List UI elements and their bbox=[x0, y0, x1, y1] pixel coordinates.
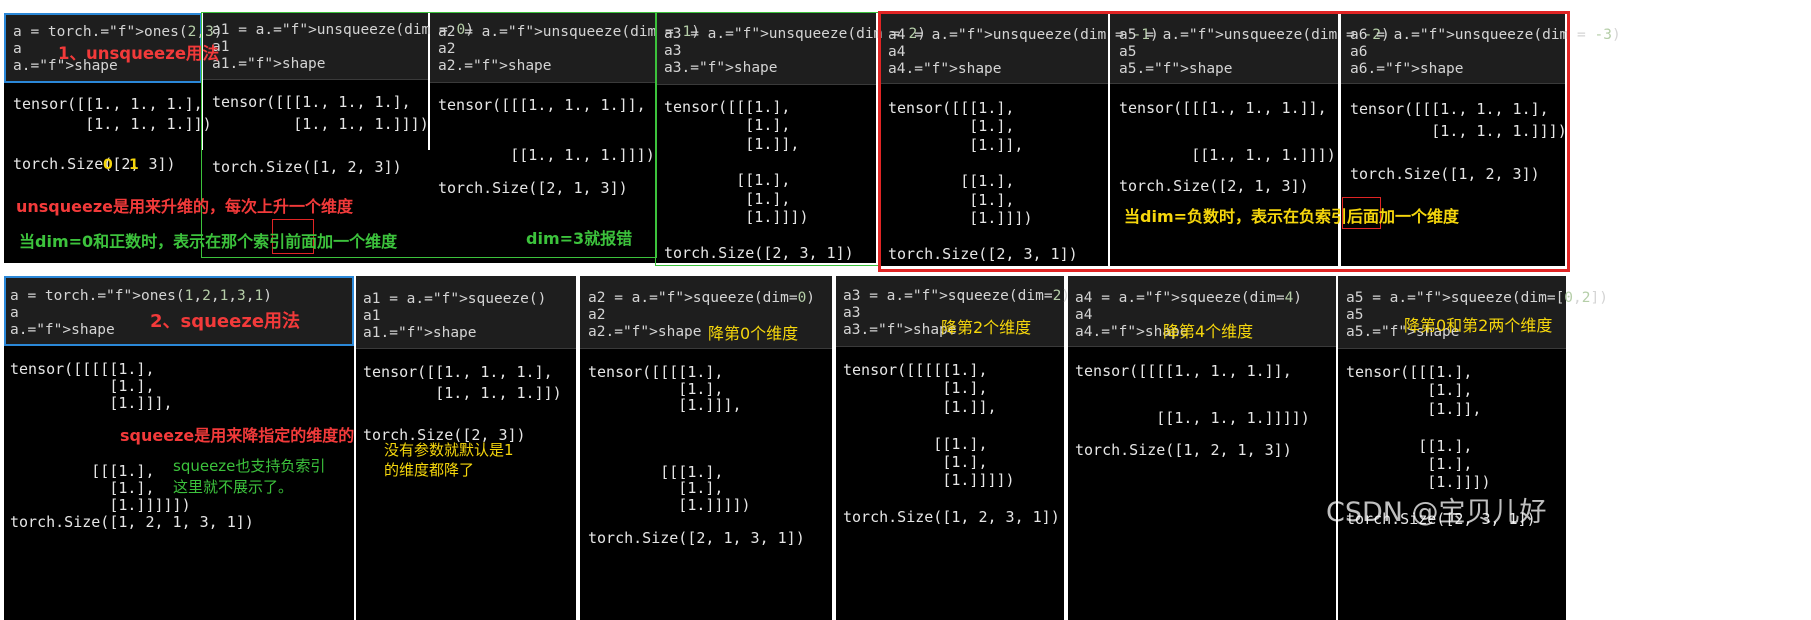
dim3-error-note: dim=3就报错 bbox=[526, 229, 633, 248]
dim-index-one: 1 bbox=[129, 157, 139, 173]
code-line-d4-0: a4 = a.="f">squeeze(dim=4) bbox=[1075, 290, 1303, 306]
code-line-c1-0: a1 = a.="f">unsqueeze(dim = 0) bbox=[212, 22, 474, 38]
code-line-d0-2: a.="f">shape bbox=[10, 322, 115, 338]
code-line-d5-0: a5 = a.="f">squeeze(dim=[0,2]) bbox=[1346, 290, 1608, 306]
code-line-d1-2: a1.="f">shape bbox=[363, 325, 477, 341]
code-line-c6-0: a6 = a.="f">unsqueeze(dim = -3) bbox=[1350, 27, 1621, 43]
output-line-d1-0: tensor([[1., 1., 1.], bbox=[363, 363, 553, 381]
output-line-d4-0: tensor([[[[1., 1., 1.]], bbox=[1075, 362, 1292, 380]
output-line-c2-5: torch.Size([2, 1, 3]) bbox=[438, 178, 628, 197]
code-line-c6-2: a6.="f">shape bbox=[1350, 61, 1464, 77]
code-line-d3-2: a3.="f">shape bbox=[843, 322, 957, 338]
drop-dim4-note: 降第4个维度 bbox=[1163, 322, 1254, 341]
output-line-d0-9: torch.Size([1, 2, 1, 3, 1]) bbox=[10, 513, 254, 531]
output-line-c1-0: tensor([[[1., 1., 1.], bbox=[212, 93, 411, 111]
output-line-c2-0: tensor([[[1., 1., 1.]], bbox=[438, 96, 646, 114]
negative-dim-desc: 当dim=负数时，表示在负索引后面加一个维度 bbox=[1124, 207, 1460, 226]
drop-dim0-2-note: 降第0和第2两个维度 bbox=[1404, 316, 1553, 335]
output-line-c0-1: [1., 1., 1.]]) bbox=[13, 115, 212, 133]
output-line-c6-1: [1., 1., 1.]]]) bbox=[1350, 121, 1567, 140]
output-line-c4-8: torch.Size([2, 3, 1]) bbox=[888, 245, 1078, 264]
output-line-c0-0: tensor([[1., 1., 1.], bbox=[13, 95, 203, 113]
output-line-c6-3: torch.Size([1, 2, 3]) bbox=[1350, 164, 1540, 183]
output-line-c5-3: [[1., 1., 1.]]]) bbox=[1119, 145, 1336, 164]
positive-dim-desc: 当dim=0和正数时，表示在那个索引前面加一个维度 bbox=[19, 232, 398, 251]
output-line-d4-5: torch.Size([1, 2, 1, 3]) bbox=[1075, 441, 1292, 459]
squeeze-title: 2、squeeze用法 bbox=[150, 311, 301, 332]
output-line-d5-2: [1.]], bbox=[1346, 399, 1482, 418]
code-line-c5-2: a5.="f">shape bbox=[1119, 61, 1233, 77]
output-line-c4-6: [1.]]]) bbox=[888, 208, 1033, 227]
output-line-c1-3: torch.Size([1, 2, 3]) bbox=[212, 157, 402, 176]
output-line-d2-8: [1.]]]]) bbox=[588, 495, 751, 514]
output-line-c5-0: tensor([[[1., 1., 1.]], bbox=[1119, 99, 1327, 117]
unsqueeze-desc: unsqueeze是用来升维的，每次上升一个维度 bbox=[16, 197, 354, 216]
output-line-c1-1: [1., 1., 1.]]]) bbox=[212, 114, 429, 133]
unsqueeze-title: 1、unsqueeze用法 bbox=[58, 44, 220, 63]
output-line-c2-3: [[1., 1., 1.]]]) bbox=[438, 145, 655, 164]
code-line-d0-0: a = torch.="f">ones(1,2,1,3,1) bbox=[10, 288, 272, 304]
output-line-c6-0: tensor([[[1., 1., 1.], bbox=[1350, 100, 1549, 118]
code-line-d2-2: a2.="f">shape bbox=[588, 324, 702, 340]
output-line-d2-10: torch.Size([2, 1, 3, 1]) bbox=[588, 529, 805, 547]
output-line-c3-6: [1.]]]) bbox=[664, 207, 809, 226]
output-line-c0-3: torch.Size([2, 3]) bbox=[13, 155, 176, 173]
output-line-d3-6: [1.]]]]) bbox=[843, 471, 1015, 490]
output-line-d4-3: [[1., 1., 1.]]]]) bbox=[1075, 409, 1310, 428]
output-line-c4-2: [1.]], bbox=[888, 135, 1024, 154]
code-line-d3-0: a3 = a.="f">squeeze(dim=2) bbox=[843, 288, 1071, 304]
output-line-c5-5: torch.Size([2, 1, 3]) bbox=[1119, 176, 1309, 195]
output-line-d1-1: [1., 1., 1.]]) bbox=[363, 384, 562, 402]
cell-c5 bbox=[1110, 13, 1338, 266]
squeeze-negative-note: squeeze也支持负索引 这里就不展示了。 bbox=[173, 457, 326, 496]
output-line-c3-8: torch.Size([2, 3, 1]) bbox=[664, 244, 854, 263]
drop-dim0-note: 降第0个维度 bbox=[708, 324, 799, 343]
output-line-c3-2: [1.]], bbox=[664, 134, 800, 153]
code-line-d1-0: a1 = a.="f">squeeze() bbox=[363, 291, 547, 307]
code-line-d2-0: a2 = a.="f">squeeze(dim=0) bbox=[588, 290, 816, 306]
drop-dim2-note: 降第2个维度 bbox=[941, 318, 1032, 337]
output-line-d3-8: torch.Size([1, 2, 3, 1]) bbox=[843, 508, 1060, 527]
code-line-c3-2: a3.="f">shape bbox=[664, 60, 778, 76]
code-line-c2-0: a2 = a.="f">unsqueeze(dim = 1) bbox=[438, 24, 700, 40]
output-line-d2-2: [1.]]], bbox=[588, 396, 742, 415]
output-line-d3-2: [1.]], bbox=[843, 397, 997, 416]
squeeze-default-note: 没有参数就默认是1 的维度都降了 bbox=[384, 441, 514, 479]
squeeze-desc: squeeze是用来降指定的维度的 bbox=[120, 426, 355, 445]
code-line-c0-0: a = torch.="f">ones(2,3) bbox=[13, 24, 223, 40]
code-line-c3-0: a3 = a.="f">unsqueeze(dim = 2) bbox=[664, 26, 926, 42]
code-line-c2-2: a2.="f">shape bbox=[438, 58, 552, 74]
csdn-watermark: CSDN @宝贝儿好 bbox=[1326, 497, 1547, 528]
code-line-c4-2: a4.="f">shape bbox=[888, 61, 1002, 77]
code-line-c1-2: a1.="f">shape bbox=[212, 56, 326, 72]
output-line-d0-2: [1.]]], bbox=[10, 394, 173, 412]
dim-index-zero: 0 bbox=[103, 157, 113, 173]
